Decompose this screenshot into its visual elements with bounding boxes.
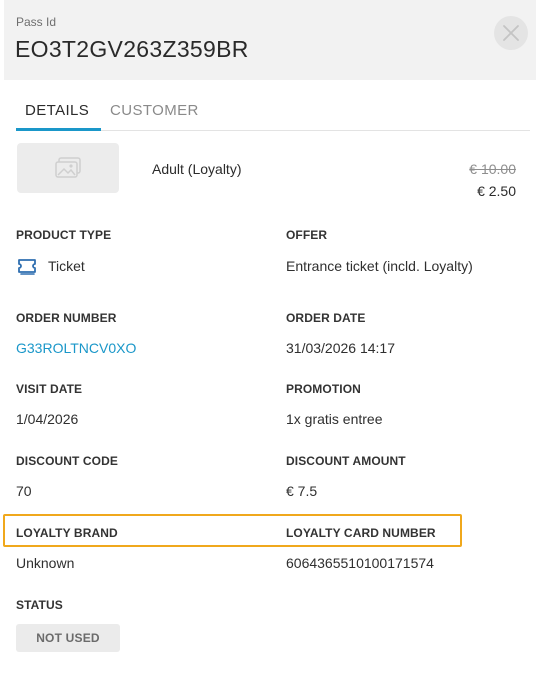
product-type-value: Ticket	[16, 257, 85, 275]
original-price: € 10.00	[469, 161, 516, 177]
tab-customer[interactable]: CUSTOMER	[110, 102, 199, 119]
product-type-text: Ticket	[48, 258, 85, 274]
tab-bar: DETAILS CUSTOMER	[16, 100, 530, 131]
loyalty-brand-value: Unknown	[16, 555, 75, 571]
pass-id-label: Pass Id	[16, 15, 57, 29]
status-label: STATUS	[16, 598, 63, 612]
tab-details[interactable]: DETAILS	[25, 102, 89, 119]
status-badge: NOT USED	[16, 624, 120, 652]
product-thumbnail	[17, 143, 119, 193]
visit-date-label: VISIT DATE	[16, 382, 83, 396]
active-tab-indicator	[16, 128, 101, 131]
discount-code-label: DISCOUNT CODE	[16, 454, 118, 468]
product-type-label: PRODUCT TYPE	[16, 228, 112, 242]
discount-amount-label: DISCOUNT AMOUNT	[286, 454, 406, 468]
pass-header: Pass Id EO3T2GV263Z359BR	[4, 0, 536, 80]
loyalty-brand-label: LOYALTY BRAND	[16, 526, 118, 540]
promotion-label: PROMOTION	[286, 382, 361, 396]
visit-date-value: 1/04/2026	[16, 411, 79, 427]
order-number-link[interactable]: G33ROLTNCV0XO	[16, 340, 136, 356]
current-price: € 2.50	[477, 183, 516, 199]
close-icon	[503, 25, 519, 41]
loyalty-card-number-label: LOYALTY CARD NUMBER	[286, 526, 436, 540]
offer-label: OFFER	[286, 228, 328, 242]
order-date-value: 31/03/2026 14:17	[286, 340, 395, 356]
loyalty-card-number-value: 6064365510100171574	[286, 555, 434, 571]
discount-code-value: 70	[16, 483, 32, 499]
pass-id-value: EO3T2GV263Z359BR	[15, 36, 249, 62]
product-name: Adult (Loyalty)	[152, 161, 242, 177]
order-number-label: ORDER NUMBER	[16, 311, 117, 325]
image-placeholder-icon	[55, 157, 81, 178]
promotion-value: 1x gratis entree	[286, 411, 383, 427]
ticket-icon	[18, 259, 36, 275]
discount-amount-value: € 7.5	[286, 483, 318, 499]
order-date-label: ORDER DATE	[286, 311, 366, 325]
close-button[interactable]	[494, 16, 528, 50]
offer-value: Entrance ticket (incld. Loyalty)	[286, 258, 473, 274]
